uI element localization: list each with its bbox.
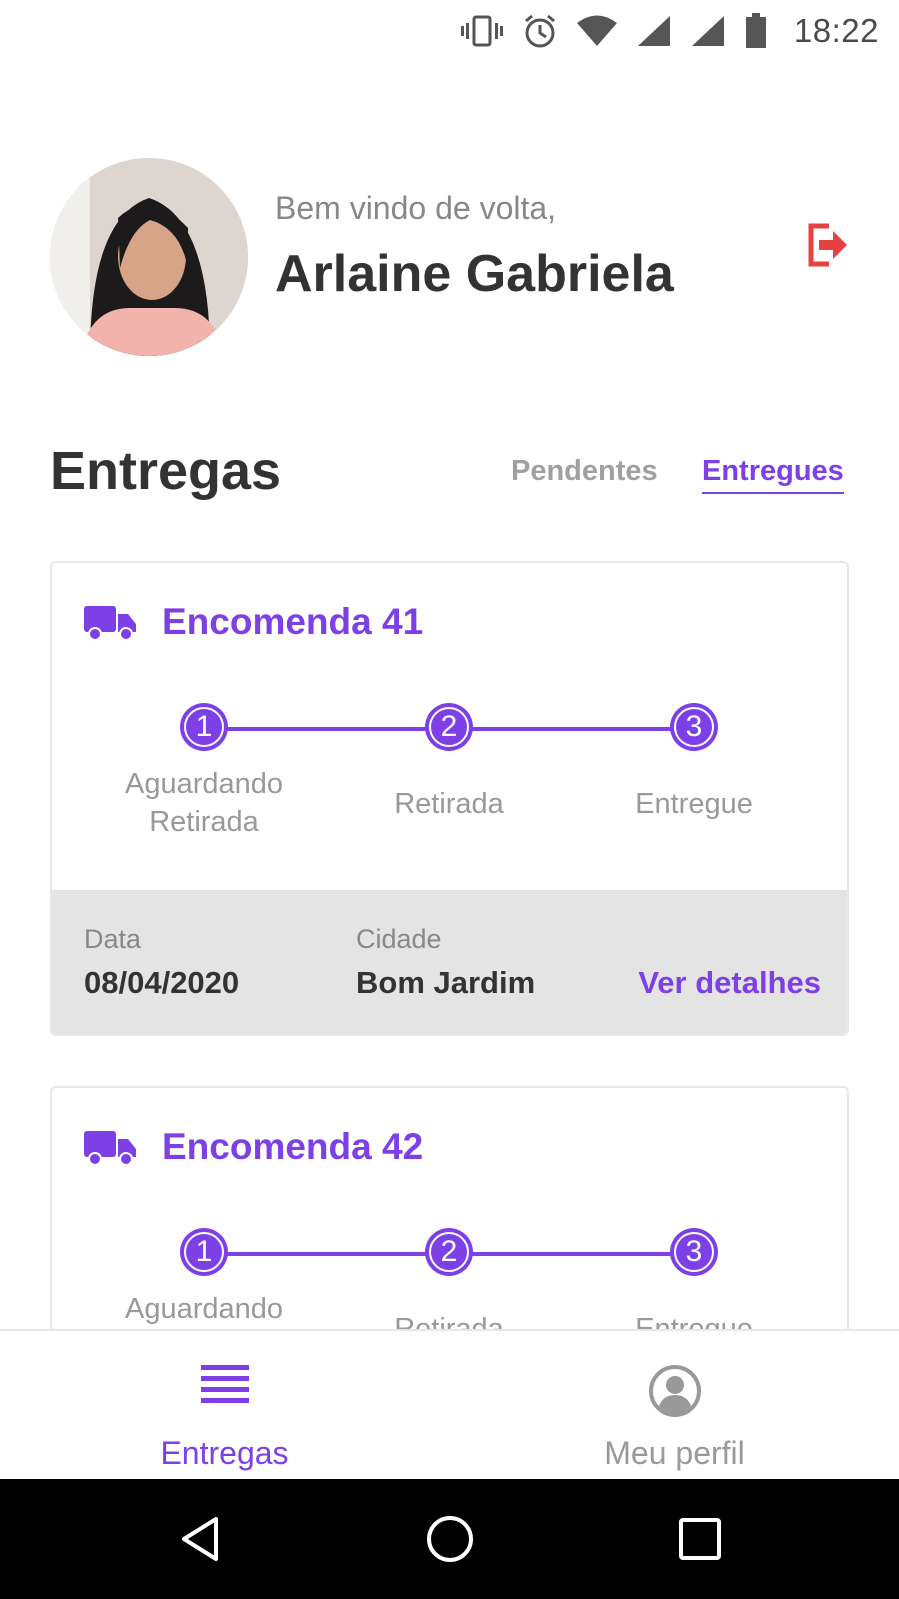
step-label: Entregue bbox=[635, 788, 753, 820]
battery-icon bbox=[744, 13, 768, 49]
view-details-link[interactable]: Ver detalhes bbox=[638, 965, 821, 1001]
vibrate-icon bbox=[460, 14, 504, 48]
list-icon bbox=[200, 1365, 249, 1403]
system-navigation-bar bbox=[0, 1479, 899, 1599]
city-value: Bom Jardim bbox=[356, 965, 536, 1000]
signal-icon bbox=[636, 14, 672, 48]
back-icon bbox=[182, 1517, 218, 1561]
back-button[interactable] bbox=[170, 1509, 230, 1569]
date-label: Data bbox=[84, 924, 142, 954]
card-title: Encomenda 42 bbox=[162, 1126, 424, 1167]
recent-apps-icon bbox=[679, 1518, 721, 1560]
step-2: 2 bbox=[425, 703, 473, 751]
card-title: Encomenda 41 bbox=[162, 601, 424, 642]
alarm-icon bbox=[522, 13, 558, 49]
card-header: Encomenda 42 bbox=[84, 1126, 423, 1168]
date-value: 08/04/2020 bbox=[84, 965, 240, 1000]
step-2: 2 bbox=[425, 1228, 473, 1276]
status-bar: 18:22 bbox=[0, 0, 899, 62]
logout-button[interactable] bbox=[805, 220, 851, 270]
step-3: 3 bbox=[670, 1228, 718, 1276]
bottom-navigation: Entregas Meu perfil bbox=[0, 1329, 899, 1479]
recent-apps-button[interactable] bbox=[670, 1509, 730, 1569]
welcome-text: Bem vindo de volta, bbox=[275, 190, 557, 226]
username: Arlaine Gabriela bbox=[275, 245, 674, 303]
card-header: Encomenda 41 bbox=[84, 601, 423, 643]
user-header: Bem vindo de volta, Arlaine Gabriela bbox=[50, 158, 850, 358]
tab-entregues[interactable]: Entregues bbox=[702, 455, 844, 494]
step-label: Aguardando Retirada bbox=[124, 768, 284, 838]
signal-icon bbox=[690, 14, 726, 48]
nav-entregas[interactable]: Entregas bbox=[0, 1331, 449, 1481]
wifi-icon bbox=[576, 14, 618, 48]
section-title: Entregas bbox=[50, 441, 282, 501]
step-label: Aguardando bbox=[124, 1293, 284, 1325]
avatar bbox=[50, 158, 248, 356]
tab-pendentes[interactable]: Pendentes bbox=[511, 455, 658, 488]
city-label: Cidade bbox=[356, 924, 442, 954]
logout-icon bbox=[808, 223, 847, 267]
nav-label: Entregas bbox=[160, 1435, 289, 1471]
step-3: 3 bbox=[670, 703, 718, 751]
truck-icon bbox=[84, 1131, 136, 1166]
user-circle-icon bbox=[648, 1365, 701, 1417]
card-footer: Data 08/04/2020 Cidade Bom Jardim Ver de… bbox=[52, 890, 847, 1034]
home-icon bbox=[427, 1516, 473, 1562]
step-label: Retirada bbox=[394, 788, 504, 820]
nav-meu-perfil[interactable]: Meu perfil bbox=[450, 1331, 899, 1481]
delivery-progress: 1 2 3 Aguardando Retirada Retirada Entre… bbox=[52, 703, 847, 838]
home-button[interactable] bbox=[420, 1509, 480, 1569]
truck-icon bbox=[84, 606, 136, 641]
step-1: 1 bbox=[180, 1228, 228, 1276]
step-1: 1 bbox=[180, 703, 228, 751]
status-time: 18:22 bbox=[793, 12, 879, 49]
delivery-card: Encomenda 41 1 2 3 Aguardando Retirada R… bbox=[50, 561, 849, 1036]
nav-label: Meu perfil bbox=[604, 1435, 745, 1471]
